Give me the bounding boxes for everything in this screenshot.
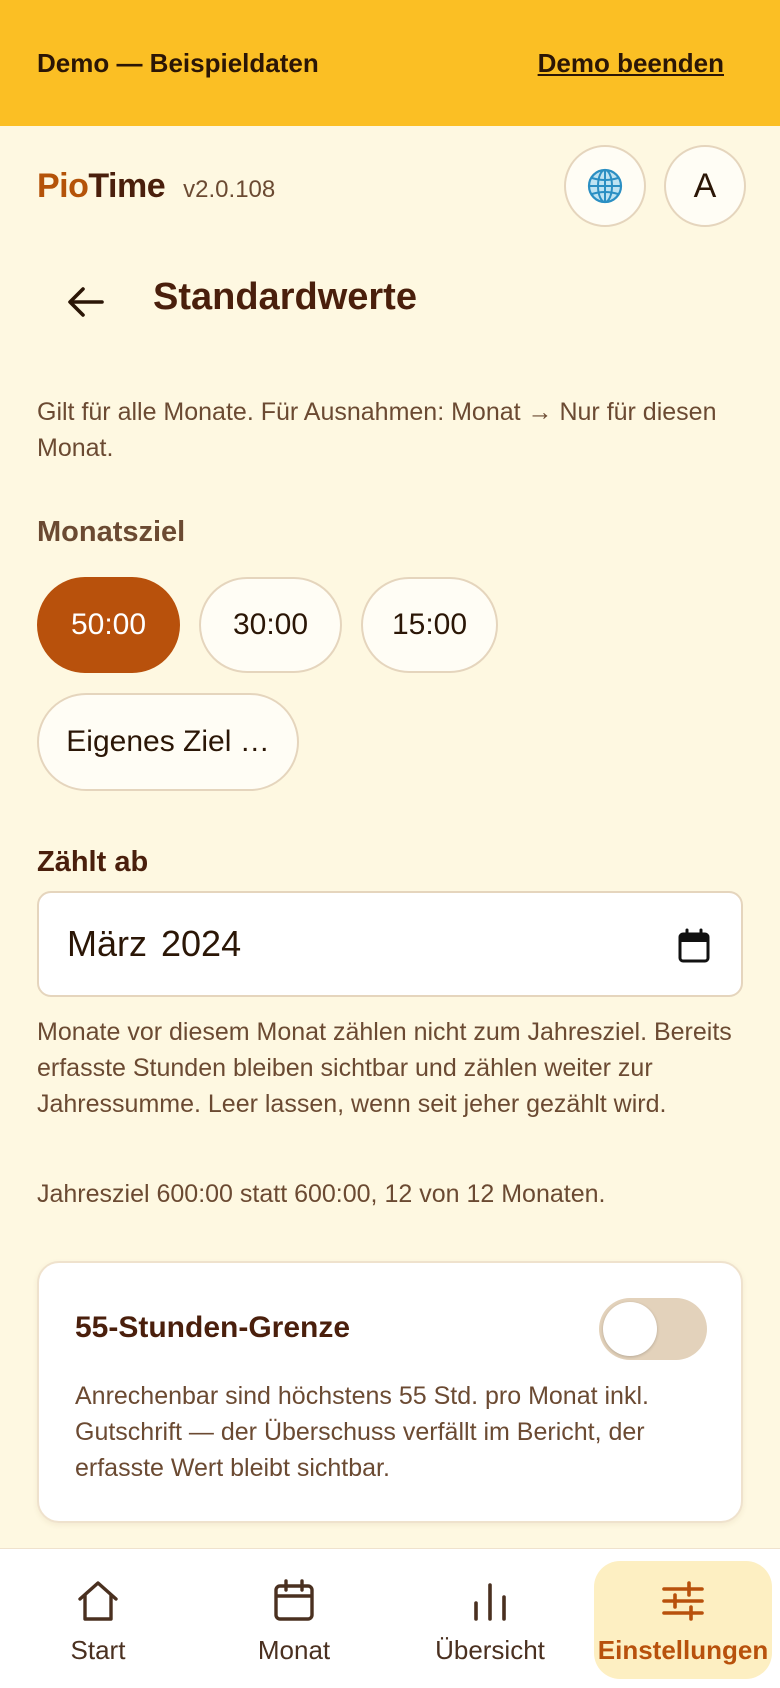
app-version: v2.0.108 [183, 176, 276, 203]
language-button[interactable] [564, 145, 646, 227]
year-goal-summary: Jahresziel 600:00 statt 600:00, 12 von 1… [37, 1180, 606, 1208]
calendar-icon [274, 1579, 314, 1621]
toggle-knob [603, 1302, 657, 1356]
nav-start-label: Start [70, 1635, 126, 1665]
demo-banner-title: Demo — Beispieldaten [37, 47, 319, 78]
goal-chip-50[interactable]: 50:00 [37, 577, 180, 673]
nav-overview-label: Übersicht [435, 1635, 545, 1665]
calendar-picker-icon[interactable] [677, 928, 711, 964]
back-button[interactable] [62, 280, 110, 324]
goal-chip-30[interactable]: 30:00 [199, 577, 342, 673]
counts-from-value: März 2024 [67, 923, 242, 964]
counts-from-month-input[interactable]: März 2024 [37, 891, 743, 997]
arrow-left-icon [68, 287, 104, 317]
counts-from-label: Zählt ab [37, 846, 149, 878]
home-icon [78, 1581, 118, 1621]
page-heading: Standardwerte [0, 250, 780, 354]
hour-limit-description: Anrechenbar sind höchstens 55 Std. pro M… [75, 1382, 649, 1482]
intro-text: Gilt für alle Monate. Für Ausnahmen: Mon… [37, 398, 717, 462]
demo-banner: Demo — Beispieldaten Demo beenden [0, 0, 780, 126]
hour-limit-card: 55-Stunden-Grenze Anrechenbar sind höchs… [37, 1261, 743, 1523]
custom-goal-button[interactable]: Eigenes Ziel … [37, 693, 299, 791]
monthly-goal-label: Monatsziel [37, 516, 186, 548]
counts-from-help: Monate vor diesem Monat zählen nicht zum… [37, 1018, 732, 1118]
hour-limit-title: 55-Stunden-Grenze [75, 1311, 351, 1344]
app-logo: PioTime [37, 166, 166, 205]
bar-chart-icon [474, 1583, 506, 1621]
nav-settings[interactable]: Einstellungen [594, 1561, 772, 1679]
bottom-navigation: Start Monat Übersicht Einstellungen [0, 1548, 780, 1688]
end-demo-link[interactable]: Demo beenden [538, 48, 724, 79]
nav-start[interactable]: Start [0, 1561, 196, 1679]
hour-limit-toggle[interactable] [599, 1298, 707, 1360]
nav-month[interactable]: Monat [196, 1561, 392, 1679]
goal-chip-15[interactable]: 15:00 [361, 577, 498, 673]
globe-icon [587, 168, 623, 204]
user-avatar-button[interactable]: A [664, 145, 746, 227]
sliders-icon [662, 1581, 704, 1621]
page-title: Standardwerte [153, 276, 417, 318]
nav-month-label: Monat [257, 1635, 331, 1665]
nav-overview[interactable]: Übersicht [392, 1561, 588, 1679]
nav-settings-label: Einstellungen [597, 1635, 769, 1665]
app-header: PioTime v2.0.108 A [0, 126, 780, 246]
